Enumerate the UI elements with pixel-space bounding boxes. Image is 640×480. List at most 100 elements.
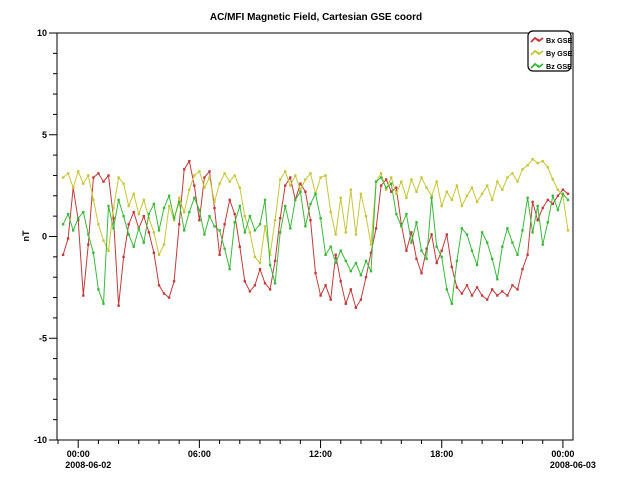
data-point bbox=[335, 233, 337, 235]
data-point bbox=[466, 195, 468, 197]
data-point bbox=[456, 260, 458, 262]
data-point bbox=[420, 250, 422, 252]
data-point bbox=[122, 256, 124, 258]
data-point bbox=[223, 172, 225, 174]
data-point bbox=[279, 178, 281, 180]
data-point bbox=[218, 229, 220, 231]
data-point bbox=[557, 189, 559, 191]
data-point bbox=[324, 284, 326, 286]
y-tick-label: 10 bbox=[37, 28, 47, 38]
data-point bbox=[466, 233, 468, 235]
data-point bbox=[128, 205, 130, 207]
data-point bbox=[335, 262, 337, 264]
data-point bbox=[168, 296, 170, 298]
data-point bbox=[107, 205, 109, 207]
y-tick-label: -10 bbox=[34, 435, 47, 445]
y-axis-label: nT bbox=[21, 230, 31, 241]
data-point bbox=[501, 290, 503, 292]
series-line-by-gse bbox=[63, 159, 568, 263]
data-point bbox=[289, 227, 291, 229]
data-point bbox=[234, 221, 236, 223]
data-point bbox=[335, 254, 337, 256]
data-point bbox=[168, 195, 170, 197]
data-point bbox=[244, 280, 246, 282]
data-point bbox=[365, 260, 367, 262]
data-point bbox=[355, 307, 357, 309]
data-point bbox=[516, 254, 518, 256]
data-point bbox=[410, 241, 412, 243]
data-point bbox=[340, 280, 342, 282]
data-point bbox=[163, 207, 165, 209]
data-point bbox=[82, 182, 84, 184]
data-point bbox=[92, 176, 94, 178]
data-point bbox=[319, 176, 321, 178]
data-point bbox=[370, 243, 372, 245]
data-point bbox=[143, 241, 145, 243]
data-point bbox=[496, 278, 498, 280]
data-point bbox=[461, 292, 463, 294]
data-point bbox=[188, 189, 190, 191]
data-point bbox=[537, 205, 539, 207]
data-point bbox=[456, 286, 458, 288]
data-point bbox=[289, 184, 291, 186]
data-point bbox=[567, 193, 569, 195]
data-point bbox=[198, 219, 200, 221]
data-point bbox=[148, 231, 150, 233]
x-tick-label: 18:00 bbox=[430, 449, 453, 459]
data-point bbox=[531, 201, 533, 203]
data-point bbox=[92, 199, 94, 201]
data-point bbox=[385, 187, 387, 189]
legend-marker-icon bbox=[537, 52, 539, 54]
data-point bbox=[264, 282, 266, 284]
legend[interactable]: Bx GSEBy GSEBz GSE bbox=[528, 31, 573, 71]
axis-ticks: 1050-5-1000:002008-06-0206:0012:0018:000… bbox=[34, 28, 596, 470]
data-point bbox=[183, 168, 185, 170]
data-point bbox=[67, 172, 69, 174]
magnetic-field-chart[interactable]: AC/MFI Magnetic Field, Cartesian GSE coo… bbox=[0, 0, 640, 480]
x-tick-label: 00:00 bbox=[551, 449, 574, 459]
legend-marker-icon bbox=[537, 65, 539, 67]
data-point bbox=[269, 264, 271, 266]
chart-title: AC/MFI Magnetic Field, Cartesian GSE coo… bbox=[210, 12, 422, 23]
data-point bbox=[330, 211, 332, 213]
data-point bbox=[511, 172, 513, 174]
data-point bbox=[542, 243, 544, 245]
data-point bbox=[97, 223, 99, 225]
data-point bbox=[168, 205, 170, 207]
data-point bbox=[294, 199, 296, 201]
data-point bbox=[163, 292, 165, 294]
data-point bbox=[370, 270, 372, 272]
data-point bbox=[178, 201, 180, 203]
data-point bbox=[229, 199, 231, 201]
data-point bbox=[471, 294, 473, 296]
y-tick-label: 0 bbox=[42, 232, 47, 242]
data-point bbox=[274, 260, 276, 262]
data-point bbox=[441, 205, 443, 207]
data-series bbox=[62, 158, 569, 309]
data-point bbox=[102, 303, 104, 305]
data-point bbox=[223, 223, 225, 225]
data-point bbox=[87, 174, 89, 176]
data-point bbox=[158, 229, 160, 231]
data-point bbox=[552, 195, 554, 197]
data-point bbox=[62, 223, 64, 225]
data-point bbox=[390, 176, 392, 178]
data-point bbox=[547, 199, 549, 201]
data-point bbox=[304, 225, 306, 227]
data-point bbox=[234, 174, 236, 176]
data-point bbox=[506, 176, 508, 178]
legend-item-label: By GSE bbox=[546, 49, 573, 58]
data-point bbox=[309, 219, 311, 221]
data-point bbox=[218, 182, 220, 184]
data-point bbox=[208, 176, 210, 178]
series-markers-bx-gse bbox=[62, 160, 569, 309]
data-point bbox=[340, 197, 342, 199]
data-point bbox=[415, 221, 417, 223]
data-point bbox=[511, 284, 513, 286]
data-point bbox=[284, 205, 286, 207]
data-point bbox=[395, 213, 397, 215]
data-point bbox=[552, 178, 554, 180]
data-point bbox=[355, 233, 357, 235]
data-point bbox=[451, 303, 453, 305]
data-point bbox=[62, 176, 64, 178]
